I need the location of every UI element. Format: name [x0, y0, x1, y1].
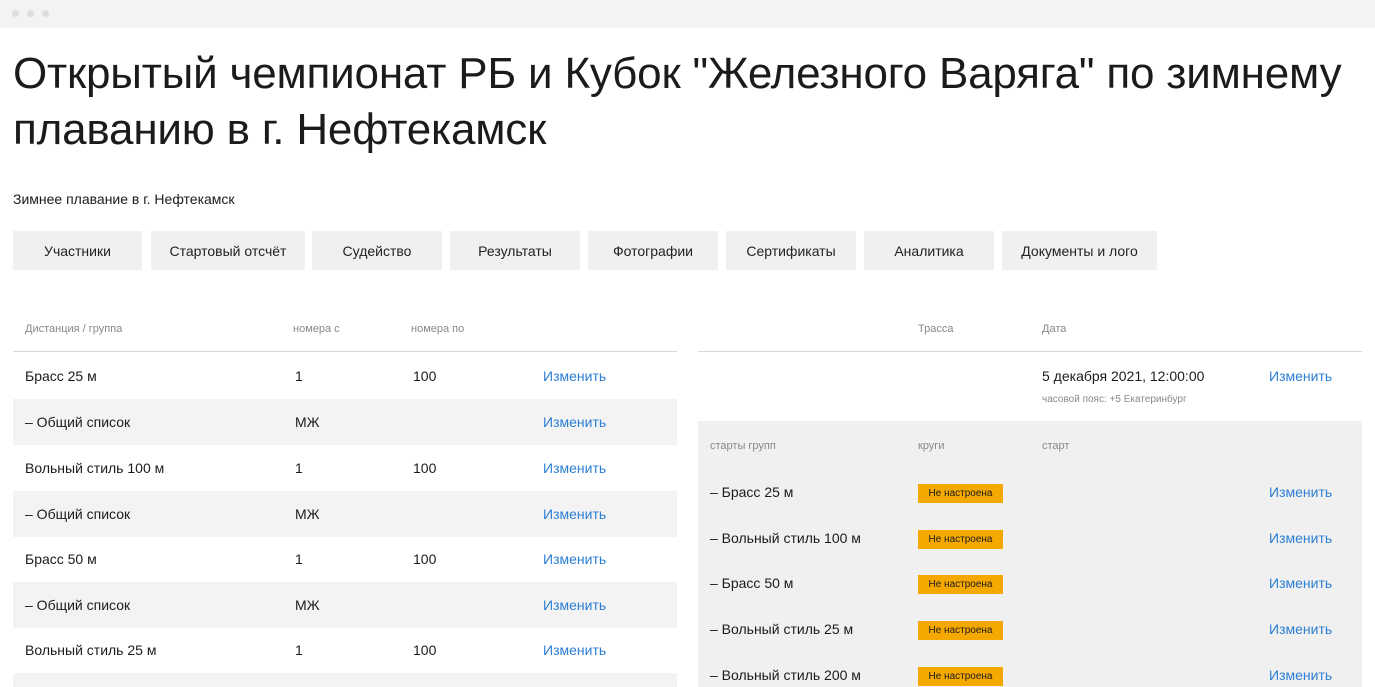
page-subtitle: Зимнее плавание в г. Нефтекамск: [13, 191, 235, 207]
window-dot-icon: [12, 10, 19, 17]
edit-link[interactable]: Изменить: [543, 368, 606, 384]
header-laps: круги: [918, 440, 945, 452]
table-row: – Общий список МЖ Изменить: [13, 582, 677, 628]
row-from: 1: [295, 460, 303, 476]
tab-photos[interactable]: Фотографии: [588, 231, 718, 270]
timezone-label: часовой пояс: +5 Екатеринбург: [1042, 394, 1187, 405]
tab-results[interactable]: Результаты: [450, 231, 580, 270]
tab-judging[interactable]: Судейство: [312, 231, 442, 270]
group-name: – Вольный стиль 200 м: [710, 667, 861, 683]
tab-documents[interactable]: Документы и лого: [1002, 231, 1157, 270]
row-name: Брасс 25 м: [25, 368, 97, 384]
row-from: МЖ: [295, 597, 320, 613]
edit-link[interactable]: Изменить: [1269, 575, 1332, 591]
row-from: 1: [295, 642, 303, 658]
row-name: Вольный стиль 25 м: [25, 642, 157, 658]
tab-start-report[interactable]: Стартовый отсчёт: [151, 231, 305, 270]
header-from: номера с: [293, 323, 340, 335]
window-dot-icon: [42, 10, 49, 17]
header-distance: Дистанция / группа: [25, 323, 123, 335]
status-badge: Не настроена: [918, 575, 1003, 594]
table-row: Вольный стиль 100 м 1 100 Изменить: [13, 445, 677, 491]
edit-link[interactable]: Изменить: [543, 642, 606, 658]
edit-link[interactable]: Изменить: [1269, 667, 1332, 683]
row-from: 1: [295, 368, 303, 384]
status-badge: Не настроена: [918, 667, 1003, 686]
header-start: старт: [1042, 440, 1070, 452]
row-to: 100: [413, 551, 437, 567]
group-name: – Вольный стиль 25 м: [710, 621, 854, 637]
edit-link[interactable]: Изменить: [543, 551, 606, 567]
row-to: 100: [413, 460, 437, 476]
tab-participants[interactable]: Участники: [13, 231, 142, 270]
row-name: – Общий список: [25, 597, 131, 613]
window-dot-icon: [27, 10, 34, 17]
header-to: номера по: [411, 323, 465, 335]
row-name: Брасс 50 м: [25, 551, 97, 567]
edit-link[interactable]: Изменить: [543, 506, 606, 522]
edit-link[interactable]: Изменить: [543, 460, 606, 476]
table-row: Брасс 50 м 1 100 Изменить: [13, 536, 677, 582]
row-name: – Общий список: [25, 414, 131, 430]
group-name: – Вольный стиль 100 м: [710, 530, 861, 546]
row-from: МЖ: [295, 414, 320, 430]
group-name: – Брасс 25 м: [710, 484, 794, 500]
start-date: 5 декабря 2021, 12:00:00: [1042, 368, 1205, 384]
page-title: Открытый чемпионат РБ и Кубок "Железного…: [13, 49, 1342, 154]
status-badge: Не настроена: [918, 530, 1003, 549]
edit-link[interactable]: Изменить: [1269, 484, 1332, 500]
header-track: Трасса: [918, 323, 954, 335]
row-to: 100: [413, 642, 437, 658]
row-from: МЖ: [295, 506, 320, 522]
edit-date-link[interactable]: Изменить: [1269, 368, 1332, 384]
group-name: – Брасс 50 м: [710, 575, 794, 591]
edit-link[interactable]: Изменить: [543, 414, 606, 430]
table-row: – Общий список МЖ Изменить: [13, 491, 677, 537]
table-row: – Общий список МЖ Изменить: [13, 399, 677, 445]
edit-link[interactable]: Изменить: [1269, 621, 1332, 637]
row-to: 100: [413, 368, 437, 384]
group-starts-panel: старты групп круги старт – Брасс 25 м Не…: [698, 421, 1362, 687]
row-name: Вольный стиль 100 м: [25, 460, 165, 476]
row-from: 1: [295, 551, 303, 567]
table-row: Брасс 25 м 1 100 Изменить: [13, 353, 677, 399]
edit-link[interactable]: Изменить: [1269, 530, 1332, 546]
edit-link[interactable]: Изменить: [543, 597, 606, 613]
header-date: Дата: [1042, 323, 1067, 335]
status-badge: Не настроена: [918, 621, 1003, 640]
window-titlebar: [0, 0, 1375, 28]
row-name: – Общий список: [25, 506, 131, 522]
tab-analytics[interactable]: Аналитика: [864, 231, 994, 270]
header-group-starts: старты групп: [710, 440, 776, 452]
status-badge: Не настроена: [918, 484, 1003, 503]
table-row: Вольный стиль 25 м 1 100 Изменить: [13, 627, 677, 673]
tab-certificates[interactable]: Сертификаты: [726, 231, 856, 270]
divider: [698, 351, 1362, 352]
divider: [13, 351, 677, 352]
table-row: [13, 673, 677, 687]
